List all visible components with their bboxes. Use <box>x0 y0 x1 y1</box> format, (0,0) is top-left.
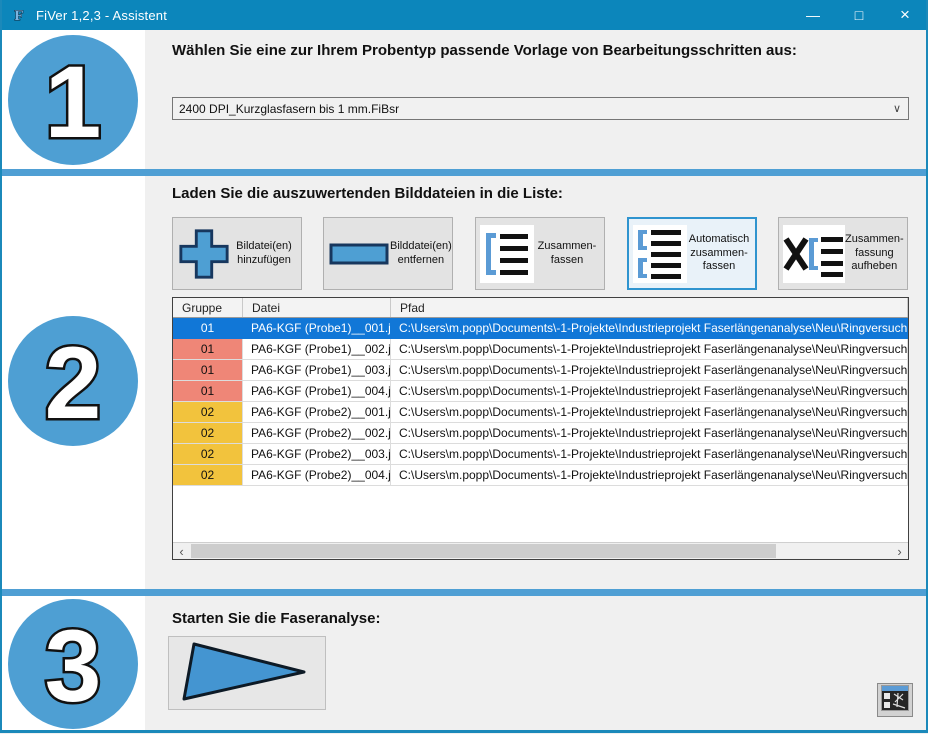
pfad-cell: C:\Users\m.popp\Documents\-1-Projekte\In… <box>391 381 908 402</box>
datei-cell: PA6-KGF (Probe1)__004.jpg <box>243 381 391 402</box>
table-row[interactable]: 02 PA6-KGF (Probe2)__002.jpg C:\Users\m.… <box>173 423 908 444</box>
unmerge-button[interactable]: Zusammen- fassung aufheben <box>778 217 908 290</box>
chevron-down-icon: ∨ <box>886 102 908 115</box>
table-empty-area <box>173 486 908 542</box>
merge-button[interactable]: Zusammen- fassen <box>475 217 605 290</box>
template-dropdown[interactable]: 2400 DPI_Kurzglasfasern bis 1 mm.FiBsr ∨ <box>172 97 909 120</box>
table-row[interactable]: 02 PA6-KGF (Probe2)__001.jpg C:\Users\m.… <box>173 402 908 423</box>
step-2-heading: Laden Sie die auszuwertenden Bilddateien… <box>172 185 563 202</box>
svg-text:F: F <box>14 8 23 24</box>
scroll-left-icon[interactable]: ‹ <box>173 543 190 559</box>
merge-label: Zusammen- fassen <box>534 240 600 268</box>
file-table: Gruppe Datei Pfad 01 PA6-KGF (Probe1)__0… <box>172 297 909 560</box>
section-divider <box>0 589 928 596</box>
svg-text:2: 2 <box>45 326 102 440</box>
table-row[interactable]: 01 PA6-KGF (Probe1)__003.jpg C:\Users\m.… <box>173 360 908 381</box>
gruppe-cell: 01 <box>173 339 243 360</box>
gruppe-cell: 02 <box>173 465 243 486</box>
close-button[interactable]: × <box>882 0 928 30</box>
auto-merge-button[interactable]: Automatisch zusammen- fassen <box>627 217 757 290</box>
table-row[interactable]: 01 PA6-KGF (Probe1)__002.jpg C:\Users\m.… <box>173 339 908 360</box>
table-row[interactable]: 01 PA6-KGF (Probe1)__004.jpg C:\Users\m.… <box>173 381 908 402</box>
pfad-cell: C:\Users\m.popp\Documents\-1-Projekte\In… <box>391 444 908 465</box>
pfad-column-header[interactable]: Pfad <box>391 298 908 317</box>
maximize-button[interactable]: □ <box>836 0 882 30</box>
datei-cell: PA6-KGF (Probe1)__003.jpg <box>243 360 391 381</box>
window-title: FiVer 1,2,3 - Assistent <box>36 8 167 23</box>
titlebar: F FiVer 1,2,3 - Assistent — □ × <box>0 0 928 30</box>
remove-images-button[interactable]: Bilddatei(en) entfernen <box>323 217 453 290</box>
gruppe-cell: 02 <box>173 423 243 444</box>
table-header-row: Gruppe Datei Pfad <box>173 298 908 318</box>
svg-text:1: 1 <box>45 45 102 159</box>
x-bracket-list-icon <box>783 225 845 283</box>
step-2-badge: 2 <box>3 311 143 451</box>
datei-cell: PA6-KGF (Probe2)__001.jpg <box>243 402 391 423</box>
step-1-heading: Wählen Sie eine zur Ihrem Probentyp pass… <box>172 42 797 59</box>
datei-cell: PA6-KGF (Probe2)__003.jpg <box>243 444 391 465</box>
svg-text:3: 3 <box>45 609 102 723</box>
pfad-cell: C:\Users\m.popp\Documents\-1-Projekte\In… <box>391 423 908 444</box>
template-dropdown-value: 2400 DPI_Kurzglasfasern bis 1 mm.FiBsr <box>173 102 886 116</box>
gruppe-cell: 01 <box>173 360 243 381</box>
table-row[interactable]: 02 PA6-KGF (Probe2)__003.jpg C:\Users\m.… <box>173 444 908 465</box>
rectangle-icon <box>328 226 390 282</box>
fiber-table-icon <box>881 685 909 716</box>
plus-icon <box>177 226 231 282</box>
step-3-heading: Starten Sie die Faseranalyse: <box>172 610 380 627</box>
pfad-cell: C:\Users\m.popp\Documents\-1-Projekte\In… <box>391 318 908 339</box>
step-3-badge: 3 <box>3 594 143 734</box>
datei-cell: PA6-KGF (Probe1)__001.jpg <box>243 318 391 339</box>
app-icon: F <box>10 6 28 24</box>
pfad-cell: C:\Users\m.popp\Documents\-1-Projekte\In… <box>391 339 908 360</box>
gruppe-cell: 01 <box>173 318 243 339</box>
bracket-list-icon <box>480 225 534 283</box>
pfad-cell: C:\Users\m.popp\Documents\-1-Projekte\In… <box>391 360 908 381</box>
remove-images-label: Bilddatei(en) entfernen <box>390 240 452 268</box>
datei-cell: PA6-KGF (Probe1)__002.jpg <box>243 339 391 360</box>
datei-column-header[interactable]: Datei <box>243 298 391 317</box>
start-analysis-button[interactable] <box>168 636 326 710</box>
auto-merge-label: Automatisch zusammen- fassen <box>687 233 751 274</box>
table-row[interactable]: 01 PA6-KGF (Probe1)__001.jpg C:\Users\m.… <box>173 318 908 339</box>
pfad-cell: C:\Users\m.popp\Documents\-1-Projekte\In… <box>391 465 908 486</box>
unmerge-label: Zusammen- fassung aufheben <box>845 233 904 274</box>
pfad-cell: C:\Users\m.popp\Documents\-1-Projekte\In… <box>391 402 908 423</box>
scroll-right-icon[interactable]: › <box>891 543 908 559</box>
horizontal-scrollbar[interactable]: ‹ › <box>173 542 908 559</box>
minimize-button[interactable]: — <box>790 0 836 30</box>
play-icon <box>177 639 317 708</box>
scrollbar-thumb[interactable] <box>191 544 776 558</box>
table-row[interactable]: 02 PA6-KGF (Probe2)__004.jpg C:\Users\m.… <box>173 465 908 486</box>
gruppe-cell: 02 <box>173 444 243 465</box>
add-images-label: Bildatei(en) hinzufügen <box>231 240 297 268</box>
datei-cell: PA6-KGF (Probe2)__002.jpg <box>243 423 391 444</box>
datei-cell: PA6-KGF (Probe2)__004.jpg <box>243 465 391 486</box>
fiber-table-tool-button[interactable] <box>877 683 913 717</box>
double-bracket-list-icon <box>633 225 687 283</box>
section-divider <box>0 169 928 176</box>
step-1-badge: 1 <box>3 30 143 170</box>
gruppe-cell: 01 <box>173 381 243 402</box>
add-images-button[interactable]: Bildatei(en) hinzufügen <box>172 217 302 290</box>
gruppe-column-header[interactable]: Gruppe <box>173 298 243 317</box>
gruppe-cell: 02 <box>173 402 243 423</box>
